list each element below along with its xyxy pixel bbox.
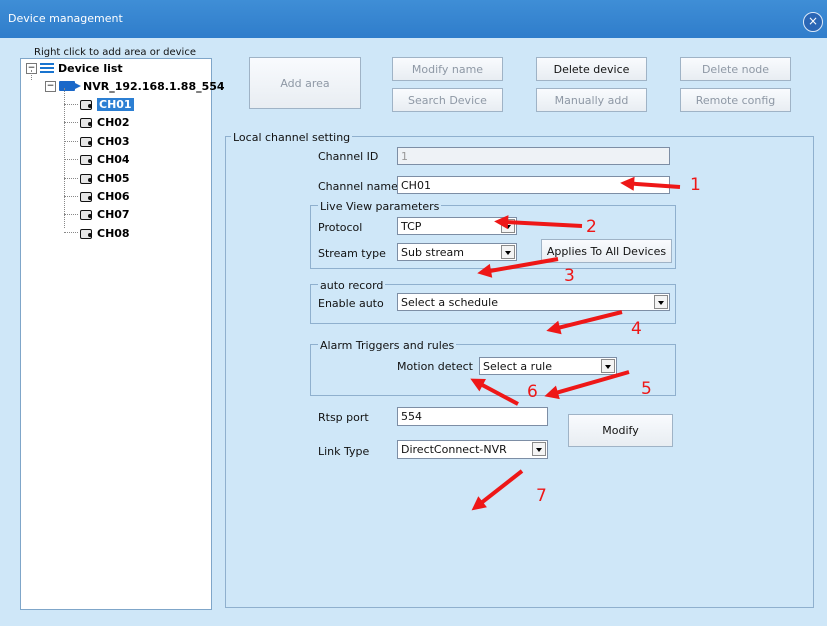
tree-channel-label: CH03 bbox=[97, 134, 130, 148]
chevron-down-icon[interactable] bbox=[532, 442, 546, 456]
tree-channel-ch06[interactable]: CH06 bbox=[80, 187, 130, 205]
tree-channel-label: CH06 bbox=[97, 189, 130, 203]
title-bar: Device management × bbox=[0, 0, 827, 38]
rule-value: Select a rule bbox=[483, 360, 552, 373]
chevron-down-icon[interactable] bbox=[654, 295, 668, 309]
annotation-number: 4 bbox=[631, 319, 642, 339]
channel-camera-icon bbox=[80, 172, 93, 185]
applies-to-all-button[interactable]: Applies To All Devices bbox=[541, 239, 672, 263]
tree-channel-label: CH01 bbox=[97, 97, 134, 111]
channel-camera-icon bbox=[80, 208, 93, 221]
tree-root-label: Device list bbox=[58, 61, 123, 75]
channel-name-label: Channel name bbox=[318, 180, 398, 193]
annotation-number: 5 bbox=[641, 379, 652, 399]
tree-device[interactable]: − NVR_192.168.1.88_554 bbox=[45, 77, 225, 95]
tree-channel-ch01[interactable]: CH01 bbox=[80, 95, 134, 113]
tree-device-label: NVR_192.168.1.88_554 bbox=[83, 79, 225, 93]
stream-type-label: Stream type bbox=[318, 247, 386, 260]
tree-connector bbox=[64, 122, 78, 123]
modify-name-button[interactable]: Modify name bbox=[392, 57, 503, 81]
local-channel-group-title: Local channel setting bbox=[231, 131, 353, 144]
channel-camera-icon bbox=[80, 135, 93, 148]
stream-type-select[interactable]: Sub stream bbox=[397, 243, 517, 261]
tree-connector bbox=[64, 178, 78, 179]
modify-button[interactable]: Modify bbox=[568, 414, 673, 447]
annotation-number: 2 bbox=[586, 217, 597, 237]
enable-auto-label: Enable auto bbox=[318, 297, 384, 310]
rtsp-port-field[interactable]: 554 bbox=[397, 407, 548, 426]
title-divider bbox=[0, 38, 827, 46]
list-icon bbox=[40, 62, 54, 74]
link-type-label: Link Type bbox=[318, 445, 370, 458]
rtsp-port-label: Rtsp port bbox=[318, 411, 369, 424]
tree-channel-label: CH02 bbox=[97, 115, 130, 129]
tree-channel-ch02[interactable]: CH02 bbox=[80, 113, 130, 131]
tree-connector bbox=[64, 141, 78, 142]
annotation-number: 3 bbox=[564, 266, 575, 286]
tree-connector bbox=[64, 196, 78, 197]
live-view-group-title: Live View parameters bbox=[318, 200, 442, 213]
channel-camera-icon bbox=[80, 190, 93, 203]
delete-node-button[interactable]: Delete node bbox=[680, 57, 791, 81]
channel-camera-icon bbox=[80, 153, 93, 166]
camera-icon bbox=[59, 81, 81, 91]
tree-root[interactable]: − Device list bbox=[26, 59, 123, 77]
add-area-button[interactable]: Add area bbox=[249, 57, 361, 109]
auto-record-group-title: auto record bbox=[318, 279, 386, 292]
annotation-number: 1 bbox=[690, 175, 701, 195]
link-type-select[interactable]: DirectConnect-NVR bbox=[397, 440, 548, 459]
tree-channel-label: CH07 bbox=[97, 207, 130, 221]
remote-config-button[interactable]: Remote config bbox=[680, 88, 791, 112]
tree-channel-label: CH05 bbox=[97, 171, 130, 185]
channel-camera-icon bbox=[80, 98, 93, 111]
tree-connector bbox=[64, 214, 78, 215]
delete-device-button[interactable]: Delete device bbox=[536, 57, 647, 81]
tree-channel-ch03[interactable]: CH03 bbox=[80, 132, 130, 150]
tree-channel-label: CH04 bbox=[97, 152, 130, 166]
protocol-value: TCP bbox=[401, 220, 422, 233]
alarm-group-title: Alarm Triggers and rules bbox=[318, 339, 457, 352]
channel-camera-icon bbox=[80, 116, 93, 129]
tree-channel-ch05[interactable]: CH05 bbox=[80, 169, 130, 187]
chevron-down-icon[interactable] bbox=[601, 359, 615, 373]
tree-connector bbox=[64, 88, 65, 228]
tree-connector bbox=[31, 70, 32, 80]
channel-id-field[interactable]: 1 bbox=[397, 147, 670, 165]
schedule-select[interactable]: Select a schedule bbox=[397, 293, 670, 311]
search-device-button[interactable]: Search Device bbox=[392, 88, 503, 112]
annotation-number: 7 bbox=[536, 486, 547, 506]
channel-id-label: Channel ID bbox=[318, 150, 379, 163]
channel-camera-icon bbox=[80, 227, 93, 240]
tree-channel-ch04[interactable]: CH04 bbox=[80, 150, 130, 168]
protocol-label: Protocol bbox=[318, 221, 363, 234]
tree-connector bbox=[64, 232, 78, 233]
tree-connector bbox=[64, 159, 78, 160]
stream-type-value: Sub stream bbox=[401, 246, 464, 259]
tree-channel-ch08[interactable]: CH08 bbox=[80, 224, 130, 242]
rule-select[interactable]: Select a rule bbox=[479, 357, 617, 375]
tree-channel-ch07[interactable]: CH07 bbox=[80, 205, 130, 223]
schedule-value: Select a schedule bbox=[401, 296, 498, 309]
tree-connector bbox=[64, 104, 78, 105]
chevron-down-icon[interactable] bbox=[501, 245, 515, 259]
link-type-value: DirectConnect-NVR bbox=[401, 443, 507, 456]
window-title: Device management bbox=[8, 12, 123, 25]
annotation-number: 6 bbox=[527, 382, 538, 402]
manually-add-button[interactable]: Manually add bbox=[536, 88, 647, 112]
collapse-toggle-icon[interactable]: − bbox=[45, 80, 56, 92]
close-icon[interactable]: × bbox=[803, 12, 823, 32]
tree-channel-label: CH08 bbox=[97, 226, 130, 240]
motion-detect-label: Motion detect bbox=[397, 360, 473, 373]
tree-hint: Right click to add area or device bbox=[34, 47, 196, 58]
